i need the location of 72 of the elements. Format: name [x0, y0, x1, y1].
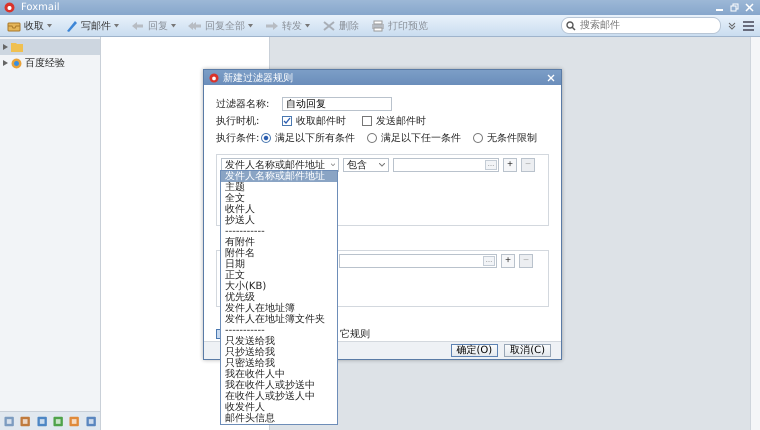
operator-select[interactable]: 包含 — [343, 158, 389, 172]
dropdown-option[interactable]: 我在收件人或抄送中 — [221, 380, 337, 391]
sidebar-item[interactable]: 百度经验 — [0, 55, 100, 71]
app-logo-icon — [209, 72, 219, 82]
radio-option[interactable]: 满足以下所有条件 — [261, 130, 355, 144]
dropdown-option[interactable]: 抄送人 — [221, 215, 337, 226]
dropdown-option[interactable]: 日期 — [221, 259, 337, 270]
chevron-icon — [379, 163, 385, 167]
search-icon — [566, 21, 576, 31]
pen-icon — [64, 20, 78, 32]
add-button[interactable]: + — [503, 158, 517, 172]
dropdown-option[interactable]: 大小(KB) — [221, 281, 337, 292]
dropdown-option[interactable]: 发件人在地址簿文件夹 — [221, 314, 337, 325]
inbox-icon — [7, 20, 21, 32]
nav-icon[interactable] — [86, 416, 96, 426]
printer-icon — [371, 20, 385, 32]
dropdown-option[interactable]: 正文 — [221, 270, 337, 281]
close-icon[interactable] — [745, 3, 754, 12]
delete-icon — [322, 20, 336, 32]
checkbox-label: 它规则 — [340, 328, 370, 341]
dropdown-option[interactable]: 收件人 — [221, 204, 337, 215]
scrollbar[interactable] — [750, 37, 760, 430]
checkbox-option[interactable]: 收取邮件时 — [282, 114, 346, 128]
dropdown-option[interactable]: 优先级 — [221, 292, 337, 303]
close-icon[interactable] — [547, 74, 555, 82]
dropdown-option[interactable]: 收发件人 — [221, 402, 337, 413]
radio-option[interactable]: 满足以下任一条件 — [367, 130, 461, 144]
dropdown-option[interactable]: 发件人在地址簿 — [221, 303, 337, 314]
double-chevron-icon[interactable] — [727, 20, 737, 30]
app-logo-icon — [4, 2, 15, 13]
menu-icon[interactable] — [743, 20, 754, 30]
dropdown-option[interactable]: 主题 — [221, 182, 337, 193]
dropdown-option[interactable]: 附件名 — [221, 248, 337, 259]
nav-icon[interactable] — [20, 416, 31, 426]
search-field[interactable]: 搜索邮件 — [561, 17, 721, 34]
dropdown-option[interactable]: 只密送给我 — [221, 358, 337, 369]
dropdown-option[interactable]: 全文 — [221, 193, 337, 204]
toolbar-button[interactable]: 收取 — [4, 18, 55, 32]
toolbar-button[interactable]: 写邮件 — [61, 18, 122, 32]
nav-icon[interactable] — [4, 416, 14, 426]
account-icon — [11, 58, 22, 68]
chevron-icon — [331, 163, 335, 167]
reply-all-icon — [188, 20, 202, 32]
checkbox-option[interactable]: 发送邮件时 — [362, 114, 426, 128]
expand-arrow-icon[interactable] — [3, 60, 8, 66]
reply-icon — [131, 20, 145, 32]
dropdown-option[interactable]: 只发送给我 — [221, 336, 337, 347]
nav-icon[interactable] — [52, 416, 64, 426]
dropdown-option[interactable]: 有附件 — [221, 237, 337, 248]
dialog-title: 新建过滤器规则 — [223, 72, 293, 84]
dropdown-option[interactable]: 我在收件人中 — [221, 369, 337, 380]
cancel-button[interactable]: 取消(C) — [504, 344, 551, 357]
radio-option[interactable]: 无条件限制 — [473, 130, 537, 144]
restore-icon[interactable] — [730, 3, 739, 12]
dropdown-option[interactable]: ----------- — [221, 226, 337, 237]
field-label: 过滤器名称: — [216, 98, 270, 110]
forward-icon — [265, 20, 279, 32]
ok-button[interactable]: 确定(O) — [450, 344, 498, 357]
dropdown-option[interactable]: 邮件头信息 — [221, 413, 337, 424]
name-field[interactable]: 自动回复 — [282, 96, 392, 110]
checkmark-icon — [283, 116, 291, 124]
nav-icon[interactable] — [36, 416, 47, 426]
folder-icon — [11, 42, 23, 52]
field-label: 执行条件: — [216, 132, 260, 144]
dropdown-option[interactable]: 在收件人或抄送人中 — [221, 391, 337, 402]
field-label: 执行时机: — [216, 114, 260, 128]
dropdown-option[interactable]: 只抄送给我 — [221, 347, 337, 358]
add-button[interactable]: + — [501, 254, 515, 268]
nav-icon[interactable] — [69, 416, 80, 426]
expand-arrow-icon[interactable] — [3, 44, 8, 50]
window-title: Foxmail — [21, 2, 60, 13]
dropdown-option[interactable]: ----------- — [221, 325, 337, 336]
